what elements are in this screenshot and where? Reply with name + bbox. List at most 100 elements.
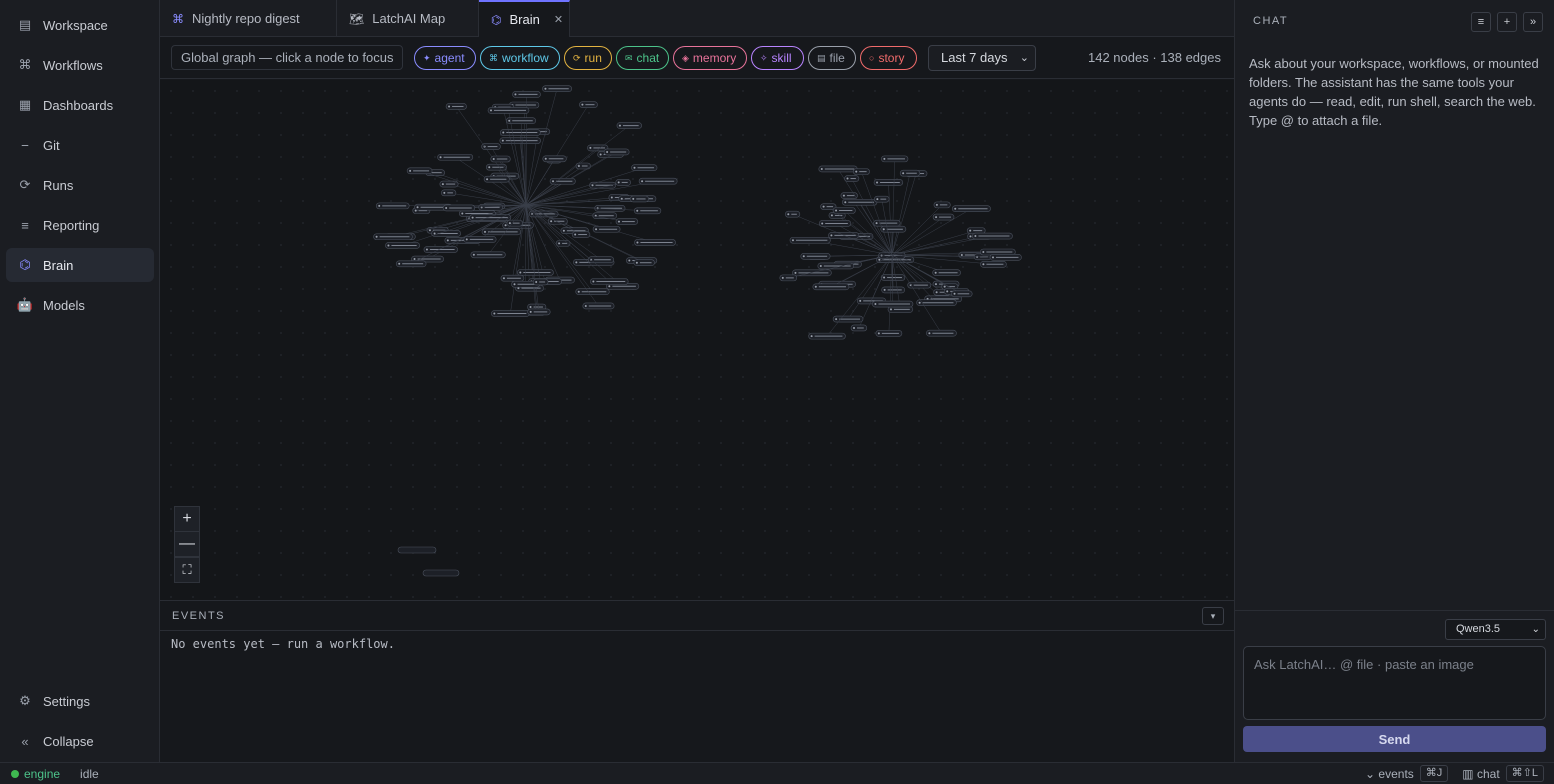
chat-title: CHAT [1253,15,1289,27]
right-cluster [779,155,1022,340]
graph-node-dot [492,157,495,160]
tab-nightly-repo-digest[interactable]: ⌘ Nightly repo digest [160,0,337,37]
collapse-chat-button[interactable]: » [1523,12,1543,32]
sidebar-item-settings[interactable]: ⚙ Settings [6,684,154,718]
graph-node-dot [883,288,886,291]
graph-node[interactable] [422,569,460,577]
sidebar-item-runs[interactable]: ⟳ Runs [6,168,154,202]
model-select[interactable]: Qwen3.5 ⌄ [1445,619,1546,640]
toggle-events-button[interactable]: ⌄ events [1365,767,1414,781]
new-chat-button[interactable]: + [1497,12,1517,32]
graph-node-dot [471,216,474,219]
graph-toolbar: Global graph — click a node to focus ✦ ag… [160,37,1234,79]
story-chip-icon: ○ [869,53,875,63]
events-header: EVENTS ▾ [160,601,1234,631]
graph-node-dot [606,150,609,153]
sidebar: ▤ Workspace ⌘ Workflows ▦ Dashboards ⎯ Git ⟳… [0,0,160,762]
graph-node-dot [819,264,822,267]
graph-node-dot [398,262,401,265]
filter-chip-workflow[interactable]: ⌘ workflow [480,46,560,70]
graph-node-dot [875,222,878,225]
graph-node-dot [992,256,995,259]
graph-node-dot [577,165,580,168]
filter-chip-label: chat [636,51,660,65]
filter-chip-agent[interactable]: ✦ agent [414,46,476,70]
graph-node-dot [918,301,921,304]
zoom-out-button[interactable]: — [174,531,200,557]
engine-status-label: engine [24,766,61,781]
graph-node-dot [636,209,639,212]
graph-node-dot [508,119,511,122]
graph-node-dot [787,213,790,216]
graph-edge [525,204,537,313]
agent-chip-icon: ✦ [423,52,431,63]
graph-node-dot [935,291,938,294]
time-range-select[interactable]: Last 7 days ⌄ [928,45,1036,71]
toggle-chat-button[interactable]: ▥ chat [1462,767,1499,781]
tab-label: Brain [509,12,540,27]
graph-node-dot [448,105,451,108]
fit-view-button[interactable]: ⛶ [174,557,200,583]
graph-node-dot [802,255,805,258]
graph-node-dot [791,239,794,242]
graph-node-dot [876,198,879,201]
graph-node-dot [633,166,636,169]
graph-node-dot [529,306,532,309]
graph-node-dot [465,238,468,241]
graph-edge [888,254,893,334]
graph-node-dot [982,263,985,266]
filter-chip-label: agent [434,51,465,65]
graph-node-dot [877,332,880,335]
robot-icon: 🤖 [16,297,34,312]
chevrons-left-icon: « [21,733,29,749]
graph-node-dot [489,109,492,112]
sidebar-item-models[interactable]: 🤖 Models [6,288,154,322]
graph-svg[interactable] [160,80,1234,600]
send-button[interactable]: Send [1243,726,1546,752]
sidebar-item-workspace[interactable]: ▤ Workspace [6,8,154,42]
chat-input-placeholder: Ask LatchAI… @ file · paste an image [1254,657,1474,672]
graph-node-dot [781,276,784,279]
graph-node-dot [928,332,931,335]
filter-chip-run[interactable]: ⟳ run [564,46,612,70]
filter-chip-memory[interactable]: ◈ memory [673,46,747,70]
gear-icon: ⚙ [19,693,31,708]
graph-node[interactable] [397,546,437,554]
graph-node-dot [513,283,516,286]
graph-node-dot [628,259,631,262]
zoom-in-button[interactable]: + [174,506,200,532]
graph-node-dot [874,303,877,306]
chat-input[interactable]: Ask LatchAI… @ file · paste an image [1243,646,1546,720]
tab-label: Nightly repo digest [192,11,300,26]
graph-node-dot [902,172,905,175]
graph-node-dot [488,166,491,169]
collapse-events-button[interactable]: ▾ [1202,607,1224,625]
collapse-button[interactable]: « Collapse [6,724,154,758]
graph-node-dot [544,87,547,90]
filter-chip-skill[interactable]: ✧ skill [751,46,804,70]
sidebar-item-brain[interactable]: ⌬ Brain [6,248,154,282]
map-icon: 🗺 [349,11,365,26]
close-icon[interactable]: ✕ [554,13,563,26]
sidebar-item-workflows[interactable]: ⌘ Workflows [6,48,154,82]
filter-chip-file[interactable]: ▤ file [808,46,856,70]
graph-node-dot [822,205,825,208]
graph-node-dot [794,271,797,274]
sidebar-item-git[interactable]: ⎯ Git [6,128,154,162]
tab-bar: ⌘ Nightly repo digest 🗺 LatchAI Map ⌬ Brain… [160,0,1234,37]
graph-node-dot [882,228,885,231]
chat-history-button[interactable]: ≡ [1471,12,1491,32]
sidebar-item-dashboards[interactable]: ▦ Dashboards [6,88,154,122]
graph-node-dot [954,207,957,210]
chat-divider [1235,610,1554,611]
graph-canvas[interactable]: + — ⛶ [160,80,1234,600]
filter-chip-story[interactable]: ○ story [860,46,917,70]
tab-latchai-map[interactable]: 🗺 LatchAI Map [337,0,479,37]
graph-node-dot [636,241,639,244]
sidebar-item-reporting[interactable]: ≡ Reporting [6,208,154,242]
filter-chip-chat[interactable]: ✉ chat [616,46,669,70]
grid-icon: ▦ [18,97,32,112]
graph-node-dot [821,222,824,225]
tab-brain[interactable]: ⌬ Brain ✕ [479,0,570,37]
engine-status-dot [11,769,19,778]
